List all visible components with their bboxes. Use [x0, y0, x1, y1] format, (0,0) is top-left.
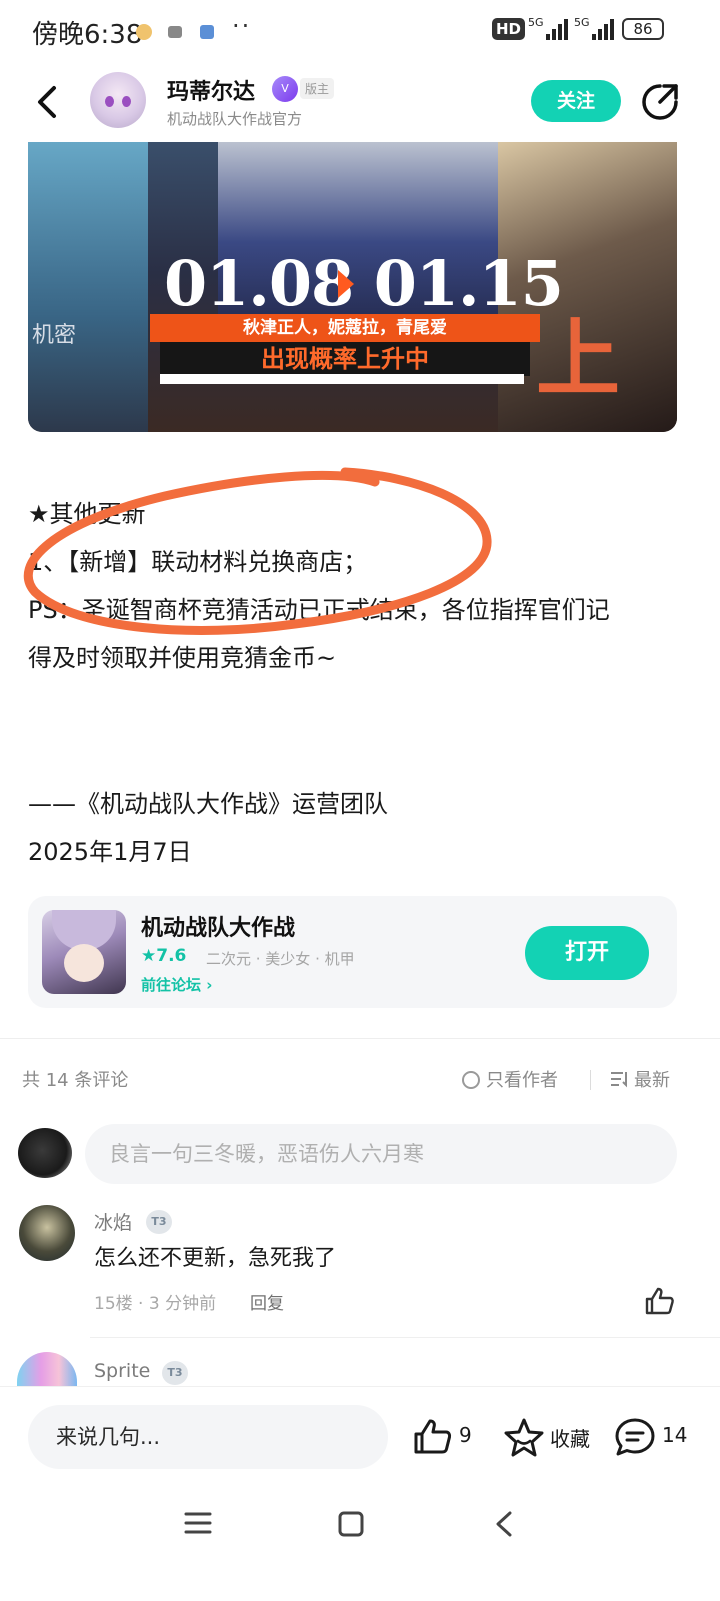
signature-line: ——《机动战队大作战》运营团队 — [28, 790, 388, 818]
net-label-1: 5G — [528, 16, 544, 29]
only-author-label: 只看作者 — [486, 1070, 558, 1091]
post-banner-image[interactable]: 机密 01.08 01.15 秋津正人，妮蔻拉，青尾爱 出现概率上升中 上升! — [28, 142, 677, 432]
system-nav-bar — [0, 1486, 720, 1601]
user-level-badge: T3 — [162, 1361, 188, 1385]
game-icon — [42, 910, 126, 994]
banner-arrow-icon — [338, 270, 354, 298]
commenter-avatar[interactable] — [17, 1352, 77, 1386]
hd-voice-icon: HD — [492, 18, 526, 40]
commenter-name[interactable]: Sprite — [94, 1360, 150, 1382]
comment-count: 共 14 条评论 — [22, 1070, 129, 1091]
home-square-icon[interactable] — [337, 1510, 365, 1538]
favorite-label[interactable]: 收藏 — [550, 1423, 590, 1452]
thumb-up-icon[interactable] — [412, 1417, 452, 1457]
commenter-name[interactable]: 冰焰 — [94, 1208, 132, 1235]
status-time: 傍晚6:38 — [32, 20, 143, 50]
notification-icon-1 — [136, 24, 152, 40]
comment-like-icon[interactable] — [644, 1286, 676, 1316]
star-icon[interactable] — [503, 1417, 545, 1457]
signal-icon-1: 5G — [528, 16, 568, 40]
banner-rate-bar — [160, 374, 524, 384]
notification-icon-3 — [200, 25, 214, 39]
signal-icon-2: 5G — [574, 16, 614, 40]
game-tags: 二次元 · 美少女 · 机甲 — [206, 950, 355, 968]
only-author-toggle[interactable]: 只看作者 — [462, 1066, 558, 1092]
sort-list-icon — [611, 1072, 627, 1088]
nav-back-icon[interactable] — [492, 1510, 516, 1538]
section-divider — [0, 1038, 720, 1039]
banner-character-names: 秋津正人，妮蔻拉，青尾爱 — [150, 314, 540, 342]
banner-figure-left — [28, 142, 148, 432]
share-icon[interactable] — [640, 82, 680, 122]
comment-text: 怎么还不更新，急死我了 — [94, 1246, 337, 1271]
goto-forum-link[interactable]: 前往论坛 › — [141, 974, 212, 995]
like-count: 9 — [459, 1423, 472, 1447]
hand-drawn-circle-annotation — [23, 467, 492, 635]
follow-button[interactable]: 关注 — [531, 80, 621, 122]
host-subtitle: 机动战队大作战官方 — [167, 110, 303, 128]
post-header: 玛蒂尔达 V 版主 机动战队大作战官方 关注 — [0, 62, 720, 142]
host-avatar[interactable] — [90, 72, 146, 128]
user-level-badge: T3 — [146, 1210, 172, 1234]
filter-separator — [590, 1070, 591, 1090]
post-date: 2025年1月7日 — [28, 838, 192, 866]
post-signature: ——《机动战队大作战》运营团队 2025年1月7日 — [28, 780, 388, 876]
reply-button[interactable]: 回复 — [250, 1289, 284, 1314]
banner-date-range: 01.08 01.15 — [164, 247, 564, 320]
host-name[interactable]: 玛蒂尔达 — [167, 74, 255, 106]
notification-icon-2 — [168, 26, 182, 38]
sort-latest-button[interactable]: 最新 — [610, 1066, 670, 1092]
bottom-action-bar: 来说几句... 9 收藏 14 — [0, 1386, 720, 1486]
banner-secret-tag: 机密 — [32, 323, 77, 348]
status-bar: 傍晚6:38 ·· HD 5G 5G 86 — [0, 0, 720, 62]
banner-big-text: 上升! — [536, 309, 657, 432]
sort-latest-label: 最新 — [634, 1070, 670, 1091]
net-label-2: 5G — [574, 16, 590, 29]
host-role-badge: 版主 — [300, 78, 335, 99]
comment-divider — [90, 1337, 720, 1338]
more-notifications-icon: ·· — [232, 12, 252, 40]
back-arrow-icon[interactable] — [30, 82, 64, 122]
open-game-button[interactable]: 打开 — [525, 926, 649, 980]
battery-icon: 86 — [622, 18, 664, 40]
commenter-avatar[interactable] — [19, 1205, 75, 1261]
my-avatar — [18, 1128, 72, 1178]
game-name: 机动战队大作战 — [141, 916, 296, 941]
comment-meta: 15楼 · 3 分钟前 — [94, 1294, 217, 1314]
menu-icon[interactable] — [184, 1510, 212, 1536]
say-something-input[interactable]: 来说几句... — [28, 1405, 388, 1469]
radio-circle-icon — [462, 1071, 480, 1089]
game-card[interactable]: 机动战队大作战 ★7.6 二次元 · 美少女 · 机甲 前往论坛 › 打开 — [28, 896, 677, 1008]
chat-bubble-icon[interactable] — [614, 1417, 656, 1457]
banner-rate-up-text: 出现概率上升中 — [160, 342, 530, 376]
comment-input[interactable]: 良言一句三冬暖，恶语伤人六月寒 — [85, 1124, 677, 1184]
game-score: ★7.6 — [141, 946, 187, 966]
verified-badge-icon: V — [272, 76, 298, 102]
comment-count-bottom: 14 — [662, 1423, 688, 1447]
